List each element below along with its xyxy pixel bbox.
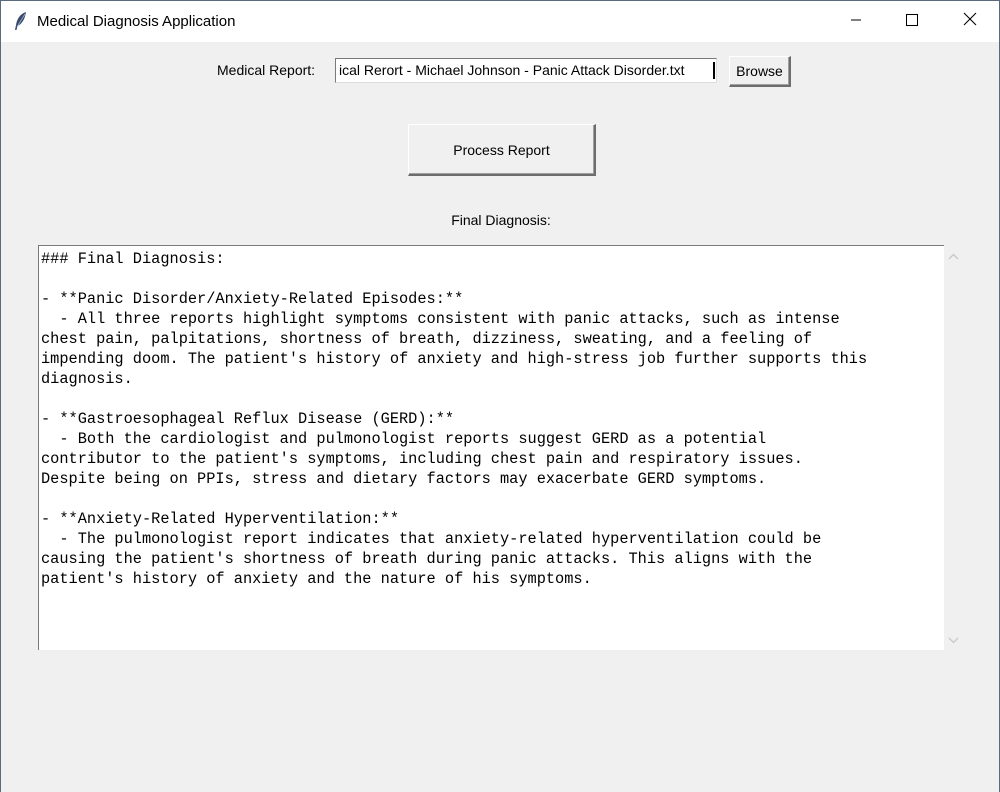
minimize-icon bbox=[850, 13, 862, 31]
final-diagnosis-label: Final Diagnosis: bbox=[451, 212, 551, 228]
close-icon bbox=[963, 12, 977, 31]
process-report-button[interactable]: Process Report bbox=[408, 124, 596, 176]
chevron-up-icon bbox=[948, 247, 959, 265]
diagnosis-text-area[interactable]: ### Final Diagnosis: - **Panic Disorder/… bbox=[38, 245, 944, 650]
scroll-down-button[interactable] bbox=[944, 631, 963, 648]
vertical-scrollbar[interactable] bbox=[944, 245, 963, 650]
feather-icon bbox=[14, 11, 28, 31]
close-button[interactable] bbox=[941, 1, 999, 42]
window-title: Medical Diagnosis Application bbox=[37, 13, 236, 30]
medical-report-label: Medical Report: bbox=[217, 62, 316, 78]
text-caret bbox=[713, 62, 715, 79]
medical-report-input[interactable]: ical Rerort - Michael Johnson - Panic At… bbox=[335, 58, 717, 83]
browse-button[interactable]: Browse bbox=[729, 56, 791, 87]
diagnosis-text: ### Final Diagnosis: - **Panic Disorder/… bbox=[41, 250, 868, 588]
medical-report-value: ical Rerort - Michael Johnson - Panic At… bbox=[339, 62, 685, 78]
maximize-button[interactable] bbox=[883, 1, 941, 42]
scroll-up-button[interactable] bbox=[944, 247, 963, 264]
minimize-button[interactable] bbox=[827, 1, 885, 42]
title-bar[interactable]: Medical Diagnosis Application bbox=[1, 1, 999, 42]
maximize-icon bbox=[906, 13, 918, 31]
app-window: Medical Diagnosis Application Medical Re… bbox=[0, 0, 1000, 792]
chevron-down-icon bbox=[948, 631, 959, 649]
